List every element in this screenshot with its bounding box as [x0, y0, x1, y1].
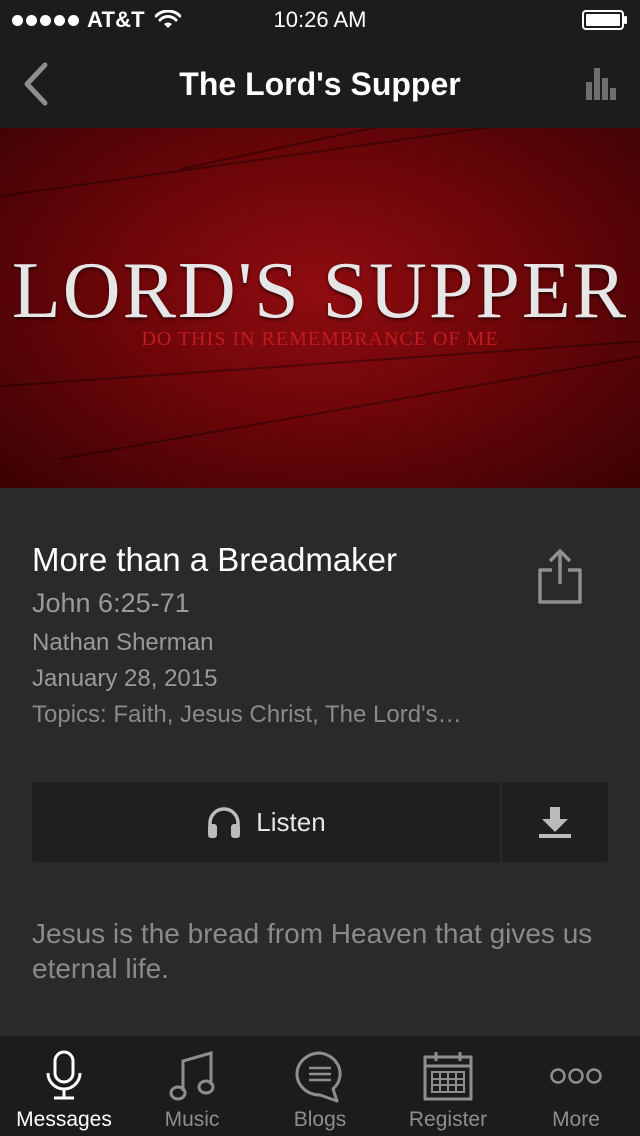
tab-messages[interactable]: Messages	[0, 1036, 128, 1136]
message-details: More than a Breadmaker John 6:25-71 Nath…	[0, 488, 640, 1036]
tab-music[interactable]: Music	[128, 1036, 256, 1136]
tab-label: More	[552, 1108, 600, 1131]
navigation-bar: The Lord's Supper	[0, 40, 640, 128]
tab-register[interactable]: Register	[384, 1036, 512, 1136]
listen-action-bar: Listen	[32, 782, 608, 862]
tab-label: Messages	[16, 1108, 112, 1131]
listen-button[interactable]: Listen	[32, 782, 500, 862]
download-button[interactable]	[502, 782, 608, 862]
music-note-icon	[169, 1051, 215, 1101]
speech-bubble-icon	[295, 1051, 342, 1103]
scripture-reference: John 6:25-71	[32, 588, 190, 618]
message-title: More than a Breadmaker	[32, 541, 398, 578]
tab-bar: Messages Music Blogs Register More	[0, 1036, 640, 1136]
headphones-icon	[208, 807, 241, 838]
download-icon	[539, 807, 571, 838]
share-icon[interactable]	[536, 548, 584, 606]
more-dots-icon	[550, 1068, 602, 1084]
message-description: Jesus is the bread from Heaven that give…	[32, 918, 593, 984]
battery-icon	[582, 10, 627, 30]
calendar-icon	[423, 1052, 473, 1101]
back-button[interactable]	[8, 56, 64, 112]
bar-chart-icon[interactable]	[576, 60, 624, 108]
tab-label: Music	[164, 1108, 220, 1131]
listen-label: Listen	[256, 806, 326, 837]
artwork-subtitle: DO THIS IN REMEMBRANCE OF ME	[141, 328, 499, 350]
status-time: 10:26 AM	[273, 7, 367, 32]
tab-more[interactable]: More	[512, 1036, 640, 1136]
artwork-title: LORD'S SUPPER	[11, 247, 629, 335]
speaker-name: Nathan Sherman	[32, 629, 214, 656]
message-topics: Topics: Faith, Jesus Christ, The Lord's…	[32, 701, 462, 728]
message-date: January 28, 2015	[32, 665, 218, 692]
status-bar: AT&T 10:26 AM	[0, 0, 640, 40]
tab-label: Blogs	[293, 1108, 347, 1131]
tab-blogs[interactable]: Blogs	[256, 1036, 384, 1136]
microphone-icon	[46, 1050, 82, 1100]
page-title: The Lord's Supper	[179, 66, 461, 102]
chevron-left-icon	[24, 62, 48, 106]
sermon-series-artwork: LORD'S SUPPER DO THIS IN REMEMBRANCE OF …	[0, 128, 640, 488]
tab-label: Register	[408, 1108, 488, 1131]
